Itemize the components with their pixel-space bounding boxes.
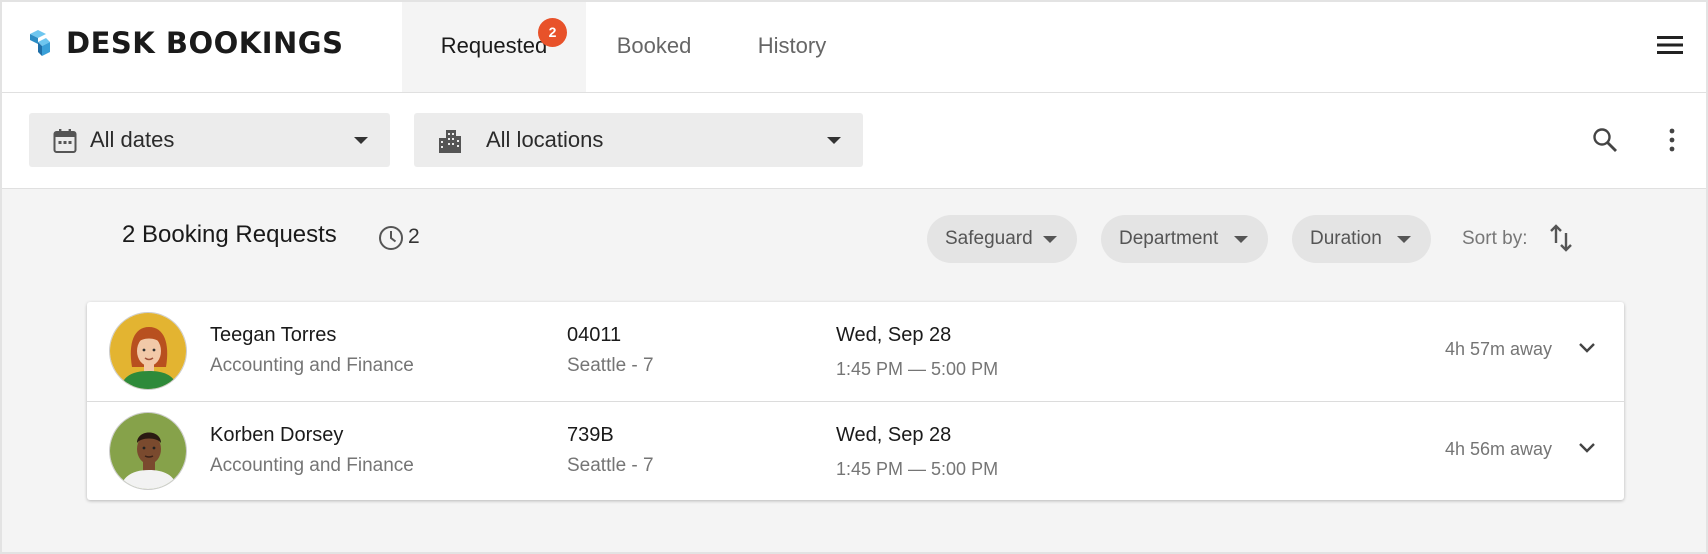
- requester-name: Korben Dorsey: [210, 424, 344, 446]
- search-icon[interactable]: [1592, 127, 1618, 153]
- safeguard-chip-label: Safeguard: [945, 228, 1033, 249]
- tab-history[interactable]: History: [742, 2, 842, 92]
- desk-bookings-window: DESK BOOKINGS Requested 2 Booked History: [0, 0, 1708, 554]
- chevron-down-icon: [827, 137, 841, 144]
- list-item[interactable]: Teegan Torres Accounting and Finance 040…: [87, 302, 1624, 401]
- more-options-icon[interactable]: [1662, 127, 1682, 153]
- time-until-booking: 4h 57m away: [1444, 339, 1552, 359]
- tab-history-label: History: [757, 33, 827, 58]
- booking-date: Wed, Sep 28: [836, 324, 952, 346]
- duration-filter-chip[interactable]: Duration: [1292, 215, 1431, 263]
- booking-requests-title: 2 Booking Requests: [122, 221, 337, 248]
- avatar: [109, 412, 187, 490]
- avatar-korben-dorsey: [110, 413, 186, 489]
- tab-booked[interactable]: Booked: [608, 2, 700, 92]
- desk-location: Seattle - 7: [567, 355, 654, 376]
- department-filter-chip[interactable]: Department: [1101, 215, 1268, 263]
- tab-booked-label: Booked: [616, 33, 692, 58]
- chevron-down-icon: [1043, 236, 1057, 243]
- booking-date: Wed, Sep 28: [836, 424, 952, 446]
- chevron-down-icon[interactable]: [1578, 442, 1596, 454]
- time-until-booking: 4h 56m away: [1444, 439, 1552, 459]
- tab-requested-label: Requested: [440, 33, 548, 58]
- logo-icon: [30, 30, 50, 56]
- app-title: DESK BOOKINGS: [66, 26, 344, 60]
- clock-icon: [379, 226, 403, 250]
- avatar-teegan-torres: [110, 313, 186, 389]
- requester-department: Accounting and Finance: [210, 355, 414, 376]
- calendar-icon: [53, 129, 77, 153]
- booking-requests-list: Teegan Torres Accounting and Finance 040…: [87, 302, 1624, 500]
- desk-id: 739B: [567, 424, 614, 446]
- department-chip-label: Department: [1119, 228, 1219, 249]
- safeguard-filter-chip[interactable]: Safeguard: [927, 215, 1077, 263]
- pending-count: 2: [408, 225, 420, 248]
- duration-chip-label: Duration: [1310, 228, 1382, 249]
- locations-filter-select[interactable]: All locations: [414, 113, 863, 167]
- requester-department: Accounting and Finance: [210, 455, 414, 476]
- requested-count-badge: 2: [538, 18, 567, 47]
- requests-summary-bar: 2 Booking Requests 2 Safeguard Departmen…: [2, 189, 1706, 289]
- chevron-down-icon: [1234, 236, 1248, 243]
- list-item[interactable]: Korben Dorsey Accounting and Finance 739…: [87, 401, 1624, 500]
- building-icon: [439, 130, 461, 153]
- sort-icon[interactable]: [1548, 223, 1574, 253]
- app-header: DESK BOOKINGS Requested 2 Booked History: [2, 2, 1706, 93]
- chevron-down-icon: [354, 137, 368, 144]
- tab-requested[interactable]: Requested 2: [402, 2, 586, 92]
- sort-by-label: Sort by:: [1462, 228, 1528, 249]
- filter-bar: All dates All locations: [2, 93, 1706, 189]
- dates-filter-select[interactable]: All dates: [29, 113, 390, 167]
- dates-filter-value: All dates: [90, 127, 175, 152]
- requester-name: Teegan Torres: [210, 324, 337, 346]
- desk-location: Seattle - 7: [567, 455, 654, 476]
- avatar: [109, 312, 187, 390]
- booking-time-range: 1:45 PM — 5:00 PM: [836, 459, 999, 479]
- chevron-down-icon: [1397, 236, 1411, 243]
- hamburger-menu-icon[interactable]: [1656, 34, 1684, 56]
- locations-filter-value: All locations: [486, 127, 604, 152]
- chevron-down-icon[interactable]: [1578, 342, 1596, 354]
- desk-id: 04011: [567, 324, 622, 346]
- booking-time-range: 1:45 PM — 5:00 PM: [836, 359, 999, 379]
